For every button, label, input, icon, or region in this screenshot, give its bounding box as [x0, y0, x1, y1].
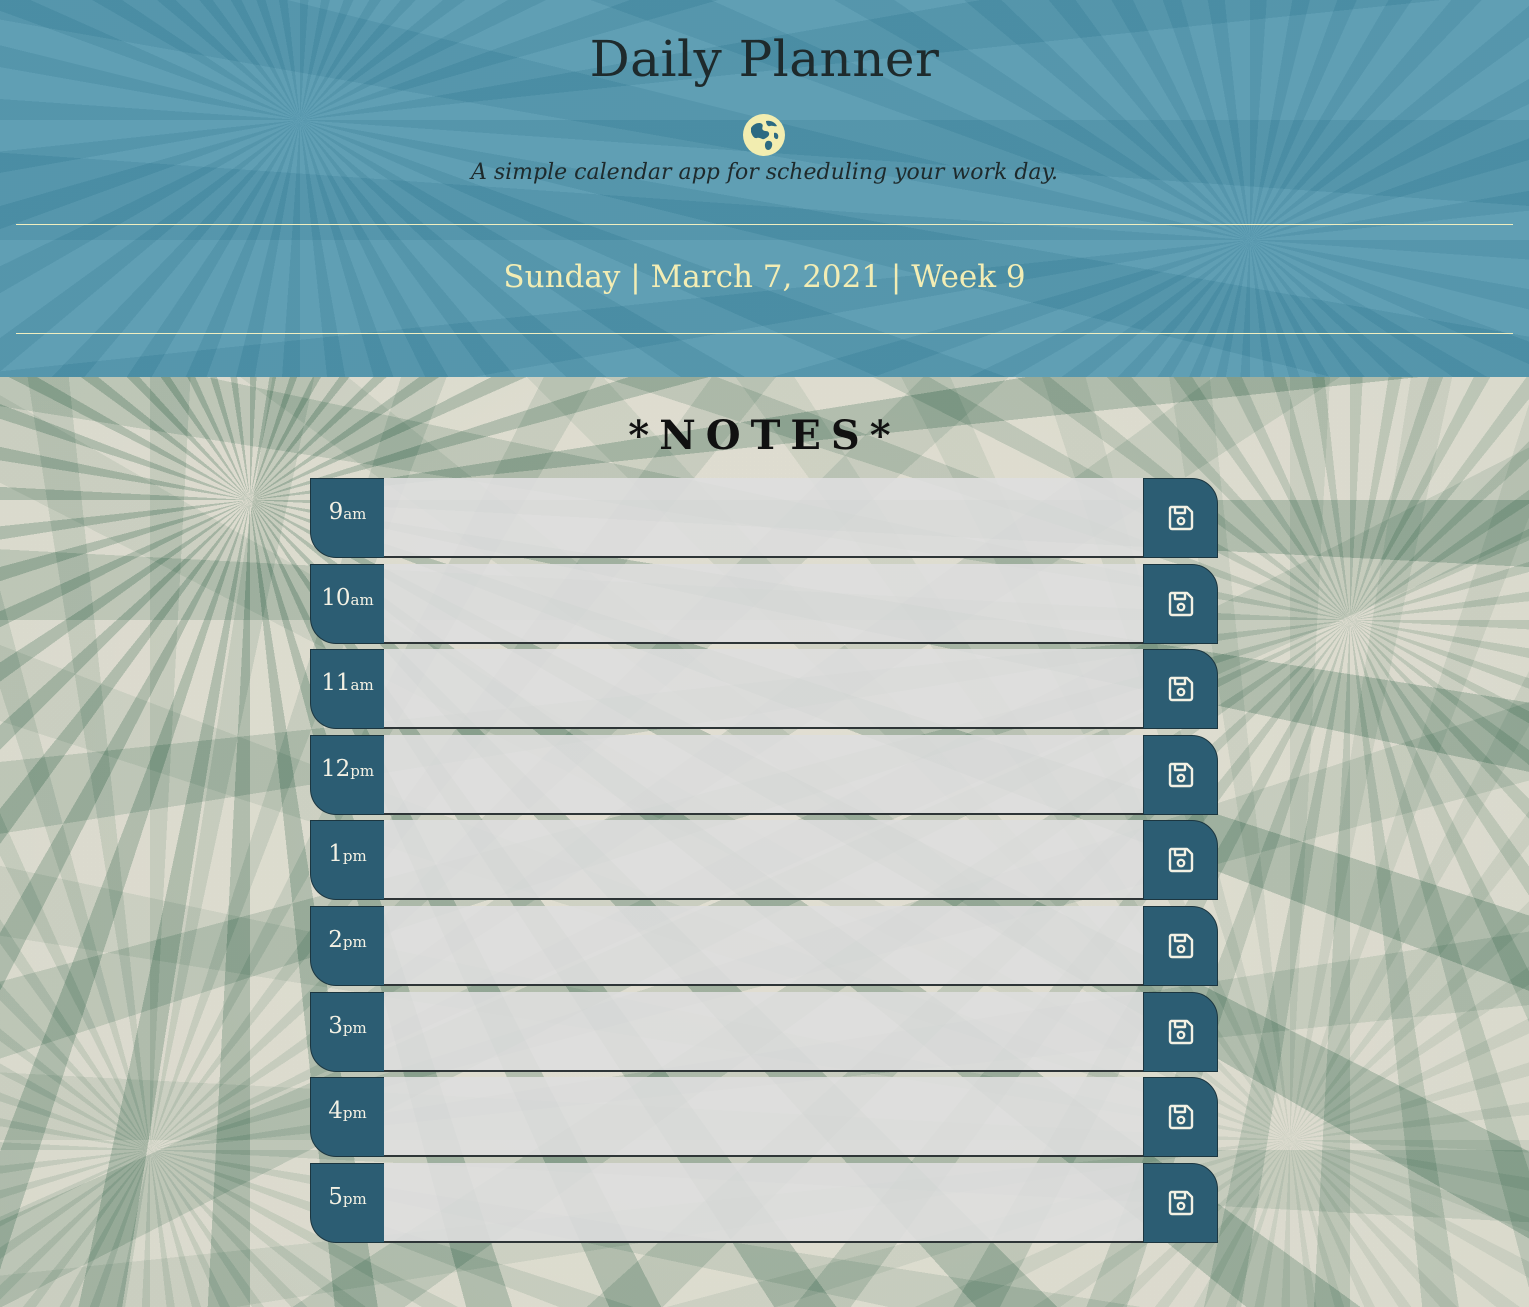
save-button[interactable]	[1143, 478, 1218, 558]
hour-period: pm	[342, 1189, 367, 1208]
save-icon	[1166, 931, 1196, 961]
task-textarea[interactable]	[384, 905, 1143, 986]
hour-label: 9am	[310, 478, 384, 558]
header: Daily Planner A simple calendar app for …	[0, 0, 1529, 377]
hour-label: 12pm	[310, 734, 384, 815]
hour-label: 4pm	[310, 1077, 384, 1158]
time-block-row: 11am	[310, 649, 1218, 730]
hour-period: pm	[342, 1018, 367, 1037]
hour-label: 2pm	[310, 905, 384, 986]
page-title: Daily Planner	[589, 30, 940, 88]
hour-label: 3pm	[310, 991, 384, 1072]
hour-period: pm	[342, 932, 367, 951]
task-textarea[interactable]	[384, 1162, 1143, 1243]
time-block-row: 3pm	[310, 991, 1218, 1072]
save-icon	[1166, 674, 1196, 704]
hour-number: 5	[328, 1183, 343, 1210]
time-block-row: 5pm	[310, 1162, 1218, 1243]
time-block-row: 12pm	[310, 734, 1218, 815]
time-block-row: 2pm	[310, 905, 1218, 986]
notes-heading: *NOTES*	[628, 412, 901, 459]
save-icon	[1166, 1102, 1196, 1132]
hour-number: 1	[328, 841, 343, 868]
hour-period: am	[350, 676, 374, 695]
save-button[interactable]	[1143, 991, 1218, 1072]
time-block-row: 4pm	[310, 1077, 1218, 1158]
divider-bottom	[16, 333, 1513, 334]
task-textarea[interactable]	[384, 563, 1143, 644]
hour-number: 2	[328, 926, 343, 953]
task-textarea[interactable]	[384, 734, 1143, 815]
task-textarea[interactable]	[384, 649, 1143, 730]
save-icon	[1166, 845, 1196, 875]
hour-label: 11am	[310, 649, 384, 730]
save-button[interactable]	[1143, 1077, 1218, 1158]
save-button[interactable]	[1143, 905, 1218, 986]
hour-label: 1pm	[310, 820, 384, 901]
task-textarea[interactable]	[384, 991, 1143, 1072]
current-date: Sunday | March 7, 2021 | Week 9	[503, 259, 1026, 295]
save-button[interactable]	[1143, 649, 1218, 730]
hour-number: 12	[320, 755, 351, 782]
save-button[interactable]	[1143, 820, 1218, 901]
hour-period: am	[350, 590, 374, 609]
task-textarea[interactable]	[384, 820, 1143, 901]
globe-icon	[743, 114, 785, 156]
hour-period: am	[343, 505, 367, 523]
time-block-row: 1pm	[310, 820, 1218, 901]
save-icon	[1166, 1017, 1196, 1047]
hour-period: pm	[342, 847, 367, 866]
hour-number: 10	[321, 584, 351, 611]
save-icon	[1166, 760, 1196, 790]
save-button[interactable]	[1143, 1162, 1218, 1243]
hour-number: 3	[328, 1012, 343, 1039]
save-button[interactable]	[1143, 563, 1218, 644]
time-block-row: 9am	[310, 478, 1218, 558]
hour-number: 11	[321, 670, 351, 697]
save-icon	[1166, 1188, 1196, 1218]
task-textarea[interactable]	[384, 478, 1143, 558]
time-block-row: 10am	[310, 563, 1218, 644]
task-textarea[interactable]	[384, 1077, 1143, 1158]
time-block-list: 9am 10am 11am 12pm 1pm 2pm 3pm 4pm 5pm	[310, 478, 1218, 1248]
hour-period: pm	[350, 761, 375, 780]
hour-label: 5pm	[310, 1162, 384, 1243]
save-icon	[1166, 503, 1196, 533]
hour-number: 9	[328, 499, 344, 525]
hour-period: pm	[342, 1104, 367, 1123]
hour-label: 10am	[310, 563, 384, 644]
tagline: A simple calendar app for scheduling you…	[470, 160, 1059, 185]
save-button[interactable]	[1143, 734, 1218, 815]
hour-number: 4	[328, 1098, 343, 1125]
save-icon	[1166, 589, 1196, 619]
divider-top	[16, 224, 1513, 225]
